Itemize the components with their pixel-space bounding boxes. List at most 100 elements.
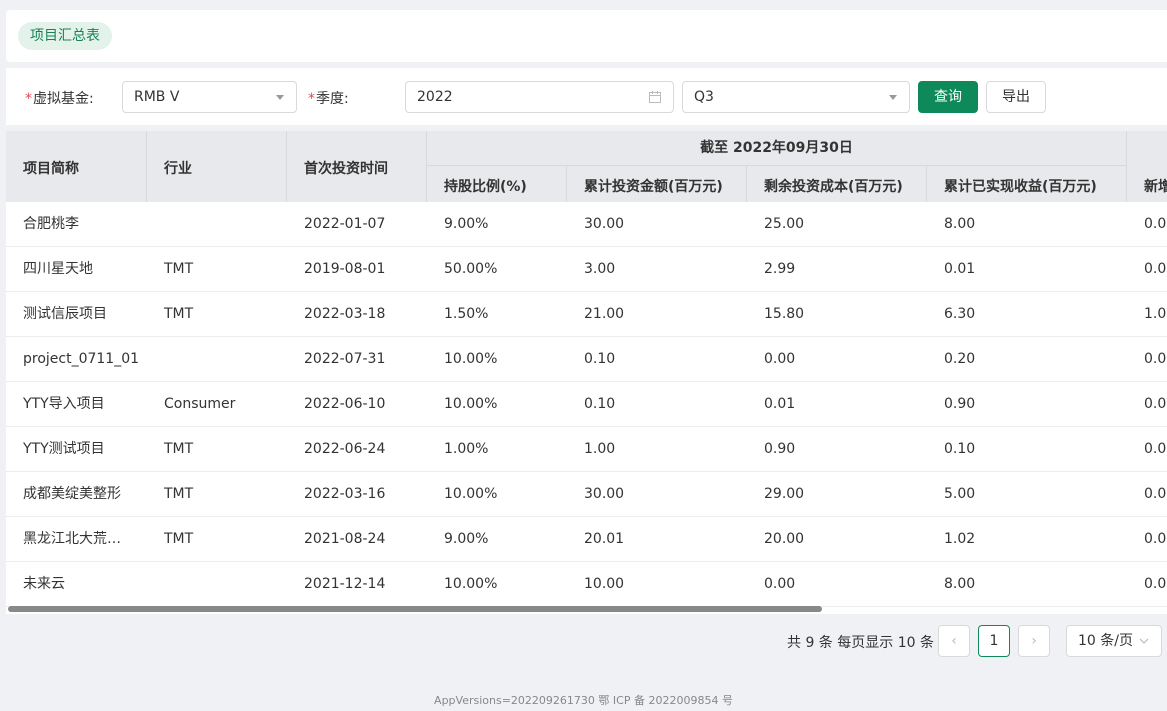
table-row[interactable]: YTY测试项目 TMT 2022-06-24 1.00% 1.00 0.90 0.10 0.0: [6, 427, 1167, 472]
cell-name: 合肥桃李: [23, 216, 79, 232]
cell-remaining-cost: 29.00: [764, 486, 805, 502]
cell-total-invest: 21.00: [584, 306, 625, 322]
page-size-select[interactable]: 10 条/页: [1066, 625, 1162, 657]
caret-down-icon: [276, 95, 284, 100]
cell-total-invest: 30.00: [584, 486, 625, 502]
year-picker[interactable]: 2022: [405, 81, 674, 113]
col-header-name: 项目简称: [6, 131, 147, 202]
table-row[interactable]: 四川星天地 TMT 2019-08-01 50.00% 3.00 2.99 0.01 0.0: [6, 247, 1167, 292]
cell-name: project_0711_01: [23, 351, 140, 367]
scrollbar-thumb[interactable]: [8, 606, 822, 612]
table-row[interactable]: 合肥桃李 2022-01-07 9.00% 30.00 25.00 8.00 0.0: [6, 202, 1167, 247]
fund-select-value: RMB V: [134, 89, 180, 105]
calendar-icon: [649, 91, 661, 103]
cell-total-invest: 0.10: [584, 351, 616, 367]
next-page-button[interactable]: ›: [1018, 625, 1050, 657]
cell-industry: TMT: [164, 486, 194, 502]
col-header-total-invest: 累计投资金额(百万元): [567, 166, 747, 202]
project-table: 项目简称 行业 首次投资时间 截至 2022年09月30日 持股比例(%) 累计…: [6, 131, 1167, 614]
cell-holding-ratio: 10.00%: [444, 396, 498, 412]
cell-name: YTY导入项目: [23, 396, 105, 412]
table-row[interactable]: YTY导入项目 Consumer 2022-06-10 10.00% 0.10 0.01 0…: [6, 382, 1167, 427]
cell-first-invest-date: 2019-08-01: [304, 261, 386, 277]
caret-down-icon: [889, 95, 897, 100]
table-row[interactable]: project_0711_01 2022-07-31 10.00% 0.10 0.00 0…: [6, 337, 1167, 382]
cell-remaining-cost: 2.99: [764, 261, 796, 277]
col-header-realized-gain: 累计已实现收益(百万元): [927, 166, 1127, 202]
cell-realized-gain: 5.00: [944, 486, 976, 502]
cell-first-invest-date: 2021-08-24: [304, 531, 386, 547]
cell-holding-ratio: 50.00%: [444, 261, 498, 277]
cell-new: 0.0: [1144, 351, 1167, 367]
year-picker-value: 2022: [417, 89, 453, 105]
cell-new: 0.0: [1144, 261, 1167, 277]
tab-project-summary[interactable]: 项目汇总表: [18, 22, 112, 50]
cell-industry: TMT: [164, 306, 194, 322]
tab-bar: 项目汇总表: [6, 10, 1167, 62]
cell-holding-ratio: 10.00%: [444, 351, 498, 367]
cell-holding-ratio: 1.50%: [444, 306, 489, 322]
cell-holding-ratio: 1.00%: [444, 441, 489, 457]
cell-total-invest: 10.00: [584, 576, 625, 592]
cell-new: 0.0: [1144, 531, 1167, 547]
cell-total-invest: 20.01: [584, 531, 625, 547]
cell-industry: [147, 337, 287, 382]
cell-industry: [147, 202, 287, 247]
col-header-holding-ratio: 持股比例(%): [427, 166, 567, 202]
col-header-new: 新增: [1144, 179, 1167, 195]
cell-remaining-cost: 20.00: [764, 531, 805, 547]
cell-holding-ratio: 9.00%: [444, 531, 489, 547]
table-row[interactable]: 黑龙江北大荒… TMT 2021-08-24 9.00% 20.01 20.00 1.02 0…: [6, 517, 1167, 562]
cell-industry: [147, 562, 287, 607]
table-row[interactable]: 成都美绽美整形 TMT 2022-03-16 10.00% 30.00 29.00 5.00…: [6, 472, 1167, 517]
col-header-first-invest-date: 首次投资时间: [287, 131, 427, 202]
page-1-button[interactable]: 1: [978, 625, 1010, 657]
table-row[interactable]: 未来云 2021-12-14 10.00% 10.00 0.00 8.00 0.0: [6, 562, 1167, 607]
col-header-industry: 行业: [147, 131, 287, 202]
cell-holding-ratio: 9.00%: [444, 216, 489, 232]
cell-new: 0.0: [1144, 216, 1167, 232]
cell-industry: TMT: [164, 441, 194, 457]
table-row[interactable]: 测试信辰项目 TMT 2022-03-18 1.50% 21.00 15.80 6.30 1.…: [6, 292, 1167, 337]
cell-remaining-cost: 0.01: [764, 396, 796, 412]
cell-industry: Consumer: [164, 396, 236, 412]
page-size-value: 10 条/页: [1078, 633, 1133, 649]
cell-realized-gain: 0.20: [944, 351, 976, 367]
pagination-total: 共 9 条 每页显示 10 条: [787, 635, 934, 651]
cell-name: 测试信辰项目: [23, 306, 107, 322]
cell-realized-gain: 0.01: [944, 261, 976, 277]
cell-new: 1.0: [1144, 306, 1167, 322]
cell-total-invest: 30.00: [584, 216, 625, 232]
quarter-select-value: Q3: [694, 89, 714, 105]
fund-label: *虚拟基金:: [25, 91, 94, 107]
cell-realized-gain: 1.02: [944, 531, 976, 547]
chevron-down-icon: [1139, 638, 1149, 644]
cell-remaining-cost: 15.80: [764, 306, 805, 322]
export-button[interactable]: 导出: [986, 81, 1046, 113]
cell-first-invest-date: 2022-03-16: [304, 486, 386, 502]
cell-holding-ratio: 10.00%: [444, 576, 498, 592]
cell-first-invest-date: 2022-07-31: [304, 351, 386, 367]
cell-name: 成都美绽美整形: [23, 486, 121, 502]
cell-total-invest: 3.00: [584, 261, 616, 277]
quarter-label: *季度:: [308, 91, 349, 107]
query-button[interactable]: 查询: [918, 81, 978, 113]
cell-new: 0.0: [1144, 486, 1167, 502]
cell-realized-gain: 8.00: [944, 216, 976, 232]
cell-realized-gain: 0.90: [944, 396, 976, 412]
filter-bar: *虚拟基金: RMB V *季度: 2022 Q3 查询 导出: [6, 68, 1167, 125]
cell-remaining-cost: 0.00: [764, 351, 796, 367]
cell-total-invest: 0.10: [584, 396, 616, 412]
col-group-header-date: 截至 2022年09月30日: [427, 131, 1127, 166]
prev-page-button[interactable]: ‹: [938, 625, 970, 657]
footer-version: AppVersions=202209261730 鄂 ICP 备 2022009…: [434, 694, 733, 707]
fund-select[interactable]: RMB V: [122, 81, 297, 113]
cell-realized-gain: 0.10: [944, 441, 976, 457]
cell-first-invest-date: 2021-12-14: [304, 576, 386, 592]
cell-name: 黑龙江北大荒…: [23, 531, 121, 547]
cell-remaining-cost: 0.90: [764, 441, 796, 457]
cell-first-invest-date: 2022-03-18: [304, 306, 386, 322]
horizontal-scrollbar[interactable]: [6, 606, 1167, 613]
cell-total-invest: 1.00: [584, 441, 616, 457]
quarter-select[interactable]: Q3: [682, 81, 910, 113]
